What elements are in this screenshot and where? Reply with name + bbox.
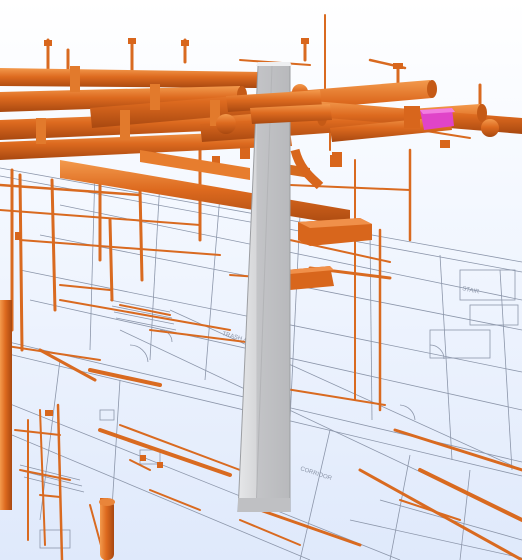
- plan-label-corridor: CORRIDOR: [299, 466, 333, 482]
- selected-element-highlight[interactable]: [404, 106, 455, 130]
- plan-label-stair: STAIR: [462, 286, 481, 296]
- model-viewport[interactable]: TRASH & RECYCLING STAIR CORRIDOR: [0, 0, 522, 560]
- bim-scene[interactable]: TRASH & RECYCLING STAIR CORRIDOR: [0, 0, 522, 560]
